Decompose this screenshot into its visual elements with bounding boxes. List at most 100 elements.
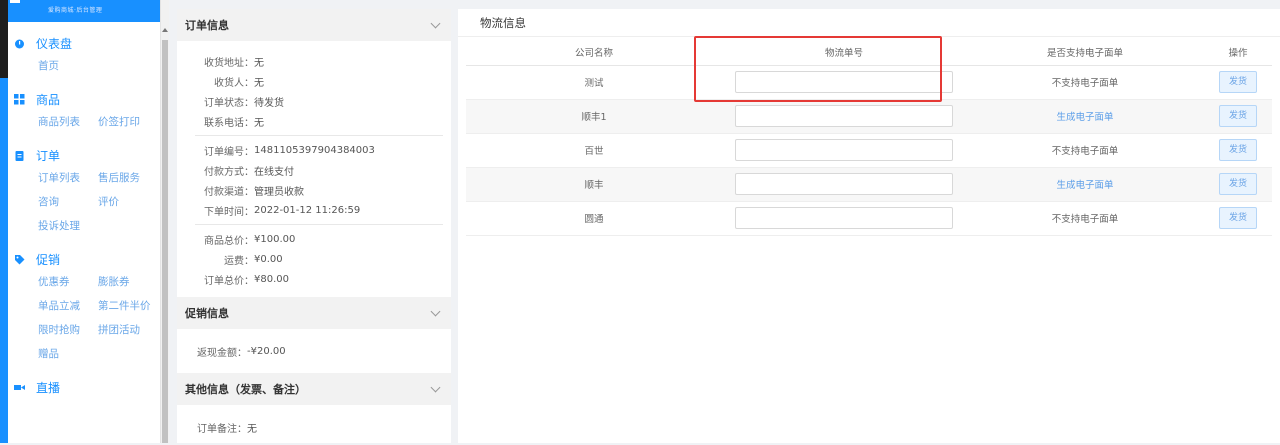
cashback-value: -¥20.00	[247, 345, 286, 357]
order-no-row: 订单编号： 1481105397904384003	[197, 140, 451, 160]
order-detail-panel: 订单信息 收货地址：无 收货人：无 订单状态： 待发货 联系电话：无 订单编号： 1…	[177, 9, 451, 443]
ship-button[interactable]: 发货	[1219, 207, 1257, 229]
dashboard-icon	[14, 38, 24, 49]
nav-group-title: 仪表盘	[36, 36, 73, 51]
tracking-number-input[interactable]	[735, 105, 953, 127]
scrollbar-thumb[interactable]	[162, 40, 168, 443]
tracking-cell	[722, 99, 966, 134]
sidebar-item[interactable]: 拼团活动	[98, 318, 160, 342]
highlight-box	[694, 36, 942, 102]
tracking-number-input[interactable]	[735, 207, 953, 229]
company-name: 顺丰	[466, 167, 722, 202]
sidebar-item[interactable]: 投诉处理	[38, 214, 98, 238]
sidebar-item[interactable]: 咨询	[38, 190, 98, 214]
sidebar-item[interactable]: 商品列表	[38, 110, 98, 134]
nav-group-header[interactable]: 订单	[14, 144, 160, 166]
sidebar-nav: 仪表盘首页商品 商品列表 价签打印订单订单列表 售后服务 咨询 评价 投诉处理促销 优惠券 膨胀…	[8, 32, 160, 398]
address-label: 收货地址：	[204, 57, 254, 69]
nav-group-title: 订单	[36, 148, 61, 163]
chevron-down-icon[interactable]	[430, 306, 441, 316]
nav-group: 仪表盘 首页	[8, 32, 160, 78]
cashback-row: 返现金额： -¥20.00	[197, 341, 451, 361]
nav-links: 首页	[14, 54, 160, 78]
nav-links: 订单列表 售后服务 咨询 评价 投诉处理	[14, 166, 160, 238]
chevron-down-icon[interactable]	[430, 382, 441, 392]
generate-waybill-link[interactable]: 生成电子面单	[966, 99, 1204, 134]
tracking-number-input[interactable]	[735, 139, 953, 161]
receiver-row: 收货人：无	[197, 71, 451, 91]
sidebar-item[interactable]: 单品立减	[38, 294, 98, 318]
other-info-header[interactable]: 其他信息（发票、备注）	[177, 373, 451, 405]
promo-info-section: 返现金额： -¥20.00	[177, 329, 451, 373]
waybill-status: 不支持电子面单	[966, 65, 1204, 100]
nav-group-header[interactable]: 促销	[14, 248, 160, 270]
grid-icon	[14, 94, 25, 105]
ship-button[interactable]: 发货	[1219, 139, 1257, 161]
action-cell: 发货	[1204, 65, 1272, 100]
generate-waybill-link[interactable]: 生成电子面单	[966, 167, 1204, 202]
sidebar-item[interactable]: 赠品	[38, 342, 98, 366]
promo-info-header[interactable]: 促销信息	[177, 297, 451, 329]
cashback-label: 返现金额：	[197, 347, 247, 359]
remark-value: 无	[247, 423, 257, 435]
order-info-section: 收货地址：无 收货人：无 订单状态： 待发货 联系电话：无 订单编号： 148110…	[177, 41, 451, 297]
ship-button[interactable]: 发货	[1219, 71, 1257, 93]
sidebar-item[interactable]: 售后服务	[98, 166, 160, 190]
nav-links: 商品列表 价签打印	[14, 110, 160, 134]
goods-total-row: 商品总价： ¥100.00	[197, 229, 451, 249]
company-name: 顺丰1	[466, 99, 722, 134]
order-total-row: 订单总价： ¥80.00	[197, 269, 451, 289]
status-value: 待发货	[254, 97, 284, 109]
action-cell: 发货	[1204, 99, 1272, 134]
clipboard-icon	[14, 150, 24, 161]
waybill-status: 不支持电子面单	[966, 133, 1204, 168]
status-label: 订单状态：	[204, 97, 254, 109]
order-time-label: 下单时间：	[204, 206, 254, 218]
order-total-value: ¥80.00	[254, 273, 289, 285]
receiver-value: 无	[254, 77, 264, 89]
ship-button[interactable]: 发货	[1219, 173, 1257, 195]
sidebar: 爱购商城·后台管理 仪表盘 首页 商品 商品列表 价签打印 订单 订单列表 售后服务 咨询 评价投…	[8, 0, 160, 443]
chevron-down-icon[interactable]	[430, 18, 441, 28]
address-row: 收货地址：无	[197, 51, 451, 71]
table-row: 顺丰1 生成电子面单 发货	[466, 99, 1272, 134]
other-info-section: 订单备注：无	[177, 405, 451, 445]
nav-group-header[interactable]: 直播	[14, 376, 160, 398]
company-name: 测试	[466, 65, 722, 100]
nav-group-header[interactable]: 商品	[14, 88, 160, 110]
left-edge-strip	[0, 0, 8, 443]
phone-value: 无	[254, 117, 264, 129]
order-no-label: 订单编号：	[204, 146, 254, 158]
sidebar-item[interactable]: 订单列表	[38, 166, 98, 190]
tracking-cell	[722, 133, 966, 168]
sidebar-item[interactable]: 优惠券	[38, 270, 98, 294]
order-info-header[interactable]: 订单信息	[177, 9, 451, 41]
sidebar-item[interactable]: 价签打印	[98, 110, 160, 134]
sidebar-item[interactable]: 第二件半价	[98, 294, 160, 318]
col-action: 操作	[1204, 39, 1272, 66]
address-value: 无	[254, 57, 264, 69]
action-cell: 发货	[1204, 201, 1272, 236]
order-total-label: 订单总价：	[204, 275, 254, 287]
tracking-number-input[interactable]	[735, 173, 953, 195]
sidebar-item[interactable]: 膨胀券	[98, 270, 160, 294]
goods-total-value: ¥100.00	[254, 233, 296, 245]
nav-group: 订单订单列表 售后服务 咨询 评价 投诉处理	[8, 144, 160, 238]
freight-label: 运费：	[224, 255, 254, 267]
table-row: 顺丰 生成电子面单 发货	[466, 167, 1272, 202]
nav-group-header[interactable]: 仪表盘	[14, 32, 160, 54]
nav-group: 直播	[8, 376, 160, 398]
order-info-title: 订单信息	[185, 19, 229, 32]
receiver-label: 收货人：	[214, 77, 254, 89]
order-time-row: 下单时间： 2022-01-12 11:26:59	[197, 200, 451, 220]
scroll-up-arrow-icon[interactable]	[162, 28, 168, 32]
other-info-title: 其他信息（发票、备注）	[185, 383, 306, 396]
sidebar-item[interactable]: 评价	[98, 190, 160, 214]
sidebar-item[interactable]: 限时抢购	[38, 318, 98, 342]
col-e-waybill: 是否支持电子面单	[966, 39, 1204, 66]
ship-button[interactable]: 发货	[1219, 105, 1257, 127]
video-icon	[14, 382, 25, 392]
sidebar-item[interactable]: 首页	[38, 54, 98, 78]
divider	[195, 135, 443, 136]
sidebar-scrollbar[interactable]	[160, 0, 169, 443]
